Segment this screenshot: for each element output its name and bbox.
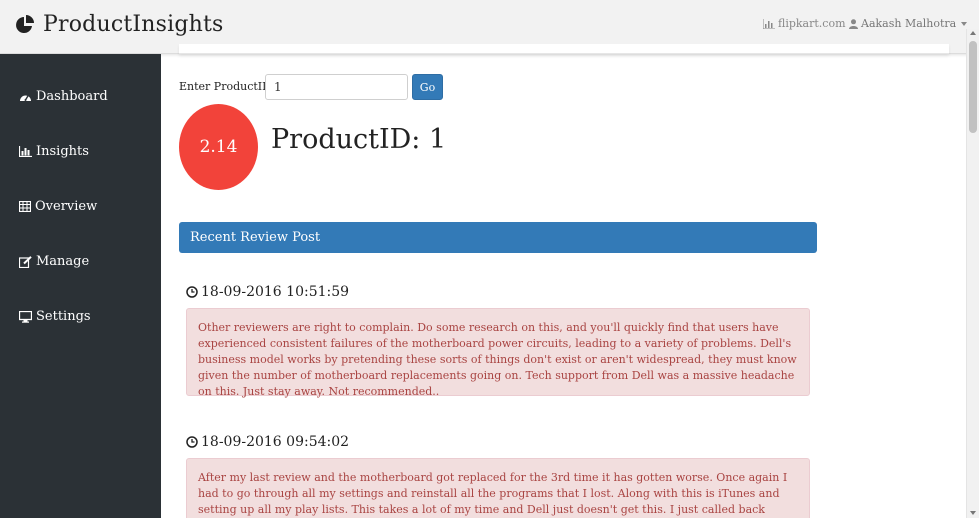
- sidebar-item-label: Manage: [36, 254, 90, 269]
- go-button[interactable]: Go: [412, 74, 443, 100]
- sidebar: Dashboard Insights Overview Manage Setti…: [0, 54, 161, 518]
- sidebar-item-manage[interactable]: Manage: [19, 254, 89, 269]
- user-name: Aakash Malhotra: [861, 17, 957, 30]
- productid-input[interactable]: [265, 74, 408, 100]
- table-icon: [19, 201, 31, 212]
- review-timestamp-text: 18-09-2016 09:54:02: [201, 434, 350, 450]
- clock-icon: [186, 286, 198, 298]
- review-text: After my last review and the motherboard…: [186, 458, 810, 518]
- productid-label: Enter ProductID:: [179, 80, 275, 93]
- vertical-scrollbar[interactable]: [966, 29, 979, 518]
- bar-chart-icon: [19, 146, 32, 157]
- scroll-down-arrow-icon[interactable]: [970, 511, 976, 515]
- user-menu[interactable]: Aakash Malhotra: [849, 17, 968, 30]
- sidebar-item-label: Dashboard: [36, 89, 108, 104]
- site-link[interactable]: flipkart.com: [763, 17, 846, 30]
- content-top-divider: [179, 44, 949, 54]
- review-timestamp-text: 18-09-2016 10:51:59: [201, 284, 350, 300]
- site-link-label: flipkart.com: [778, 17, 846, 30]
- clock-icon: [186, 436, 198, 448]
- recent-review-panel-heading: Recent Review Post: [179, 222, 817, 253]
- user-icon: [849, 18, 858, 29]
- product-heading: ProductID: 1: [271, 124, 447, 155]
- score-badge: 2.14: [179, 104, 258, 190]
- bar-chart-icon: [763, 18, 775, 29]
- sidebar-item-label: Settings: [36, 309, 91, 324]
- desktop-icon: [19, 310, 32, 323]
- scroll-up-arrow-icon[interactable]: [970, 31, 976, 35]
- sidebar-item-label: Insights: [36, 144, 89, 159]
- brand-title: ProductInsights: [43, 12, 224, 37]
- scrollbar-thumb[interactable]: [969, 41, 977, 133]
- review-text: Other reviewers are right to complain. D…: [186, 308, 810, 398]
- edit-icon: [19, 255, 32, 268]
- sidebar-item-insights[interactable]: Insights: [19, 144, 89, 159]
- sidebar-item-dashboard[interactable]: Dashboard: [19, 89, 108, 104]
- sidebar-item-settings[interactable]: Settings: [19, 309, 91, 324]
- review-timestamp: 18-09-2016 09:54:02: [186, 434, 349, 450]
- sidebar-item-overview[interactable]: Overview: [19, 199, 97, 214]
- dashboard-icon: [20, 94, 31, 101]
- sidebar-item-label: Overview: [35, 199, 98, 214]
- brand[interactable]: ProductInsights: [15, 12, 224, 37]
- pie-chart-icon: [16, 14, 34, 33]
- caret-down-icon: [961, 21, 968, 26]
- review-timestamp: 18-09-2016 10:51:59: [186, 284, 349, 300]
